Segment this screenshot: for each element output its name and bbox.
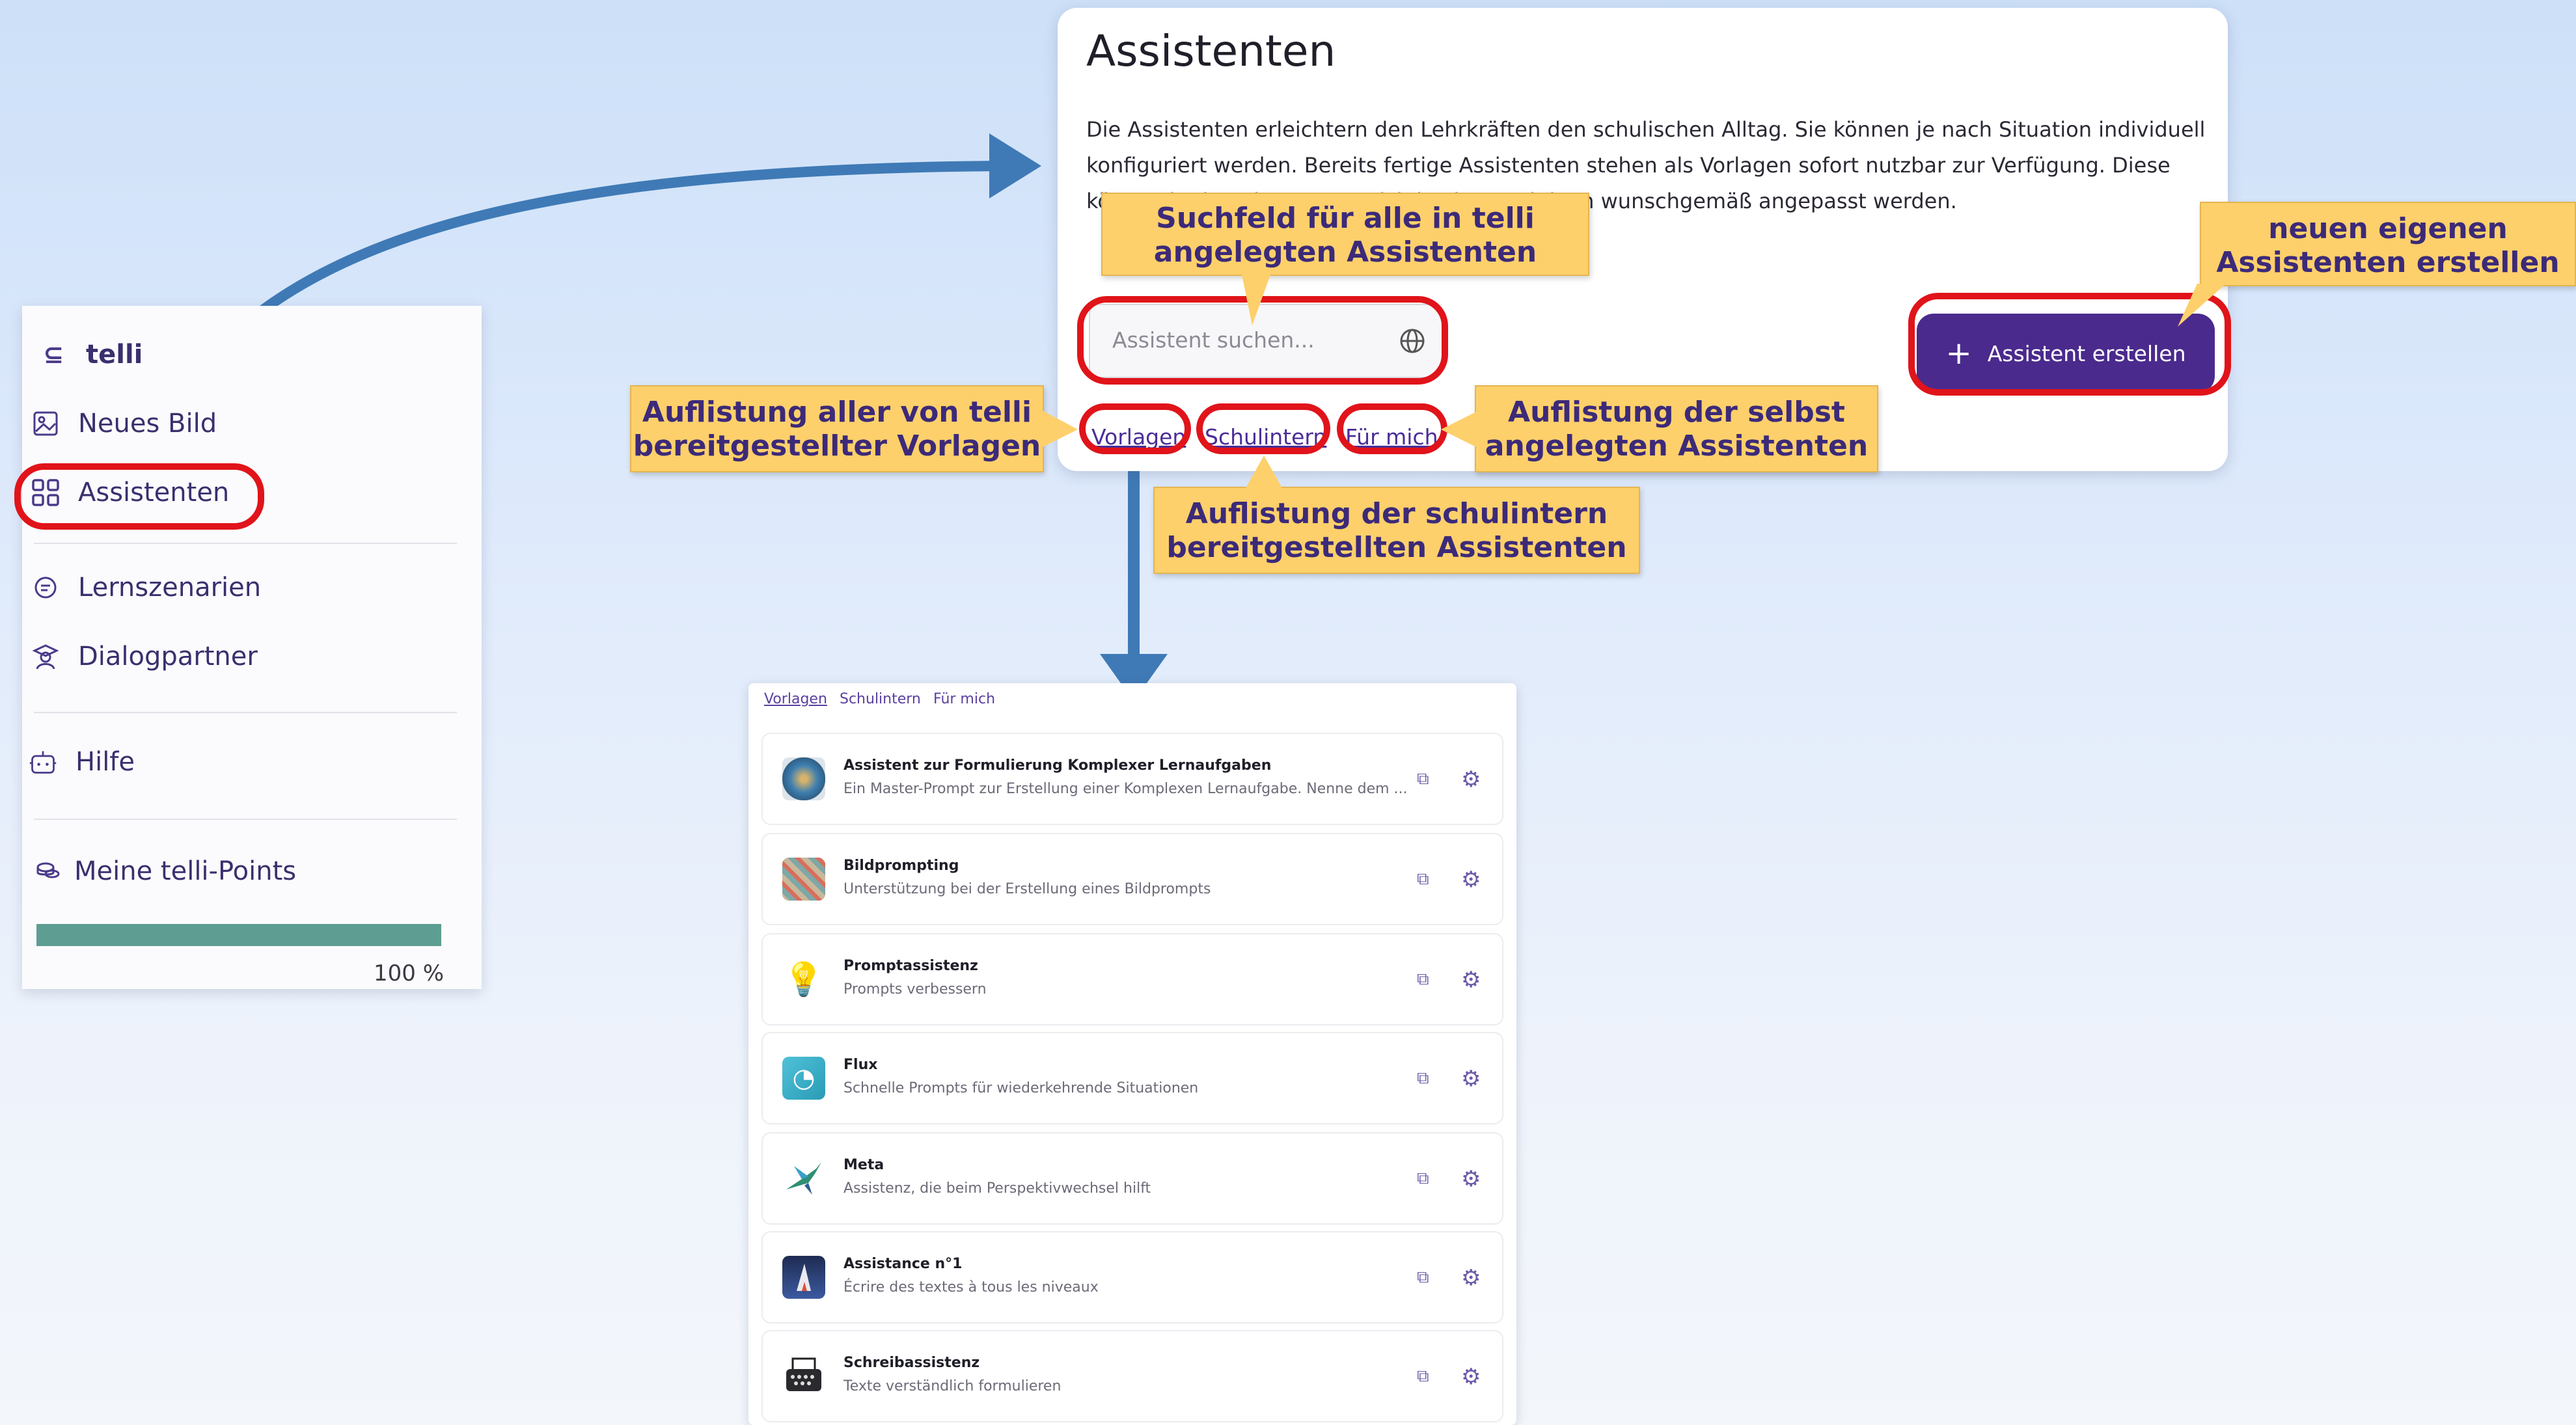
item-name: Promptassistenz [843,958,978,974]
sidebar-item-label: Dialogpartner [78,642,258,672]
list-item[interactable]: Bildprompting Unterstützung bei der Erst… [761,833,1503,925]
chat-icon [31,573,60,602]
brand-logo[interactable]: ⊆ telli [39,340,143,370]
list-item[interactable]: Assistance n°1 Écrire des textes à tous … [761,1231,1503,1323]
divider [34,712,457,713]
item-name: Schreibassistenz [843,1355,980,1371]
item-description: Assistenz, die beim Perspektivwechsel hi… [843,1180,1151,1197]
list-item[interactable]: Meta Assistenz, die beim Perspektivwechs… [761,1132,1503,1225]
copy-icon[interactable]: ⧉ [1417,1068,1429,1089]
sidebar-item-neues-bild[interactable]: Neues Bild [31,409,217,439]
gear-icon[interactable]: ⚙ [1461,867,1481,893]
assistant-list-panel: Vorlagen Schulintern Für mich Assistent … [748,683,1516,1425]
brand-label: telli [86,340,143,370]
gear-icon[interactable]: ⚙ [1461,967,1481,993]
divider [34,543,457,544]
hummingbird-icon [782,1157,825,1200]
item-description: Écrire des textes à tous les niveaux [843,1279,1099,1296]
callout-pointer [1246,455,1282,488]
telli-logo-icon: ⊆ [43,340,64,369]
highlight-tab-fuer-mich [1337,403,1447,454]
points-progress-bar [36,924,441,946]
globe-thumb-icon [782,757,825,800]
callout-schulintern: Auflistung der schulintern bereitgestell… [1153,487,1640,574]
lightbulb-icon: 💡 [782,958,825,1001]
callout-vorlagen: Auflistung aller von telli bereitgestell… [630,385,1044,472]
image-icon [31,409,60,438]
list-tab-vorlagen[interactable]: Vorlagen [764,691,827,707]
item-name: Bildprompting [843,858,959,874]
item-description: Prompts verbessern [843,981,987,998]
teacher-icon [31,642,60,671]
stopwatch-icon: ◔ [782,1057,825,1100]
highlight-assistenten [14,463,264,530]
sidebar-item-label: Meine telli-Points [74,856,297,886]
gear-icon[interactable]: ⚙ [1461,1166,1481,1192]
gear-icon[interactable]: ⚙ [1461,1066,1481,1092]
item-description: Schnelle Prompts für wiederkehrende Situ… [843,1080,1199,1096]
copy-icon[interactable]: ⧉ [1417,1169,1429,1189]
sidebar-item-label: Neues Bild [78,409,217,439]
gear-icon[interactable]: ⚙ [1461,767,1481,793]
highlight-tab-vorlagen [1079,403,1191,454]
divider [34,819,457,820]
list-item[interactable]: 💡 Promptassistenz Prompts verbessern ⧉ ⚙ [761,933,1503,1025]
sidebar: ⊆ telli Neues Bild Assistenten Lernszena… [22,306,482,989]
sidebar-item-label: Hilfe [75,747,135,777]
sidebar-item-hilfe[interactable]: Hilfe [29,747,135,777]
copy-icon[interactable]: ⧉ [1417,869,1429,889]
item-description: Unterstützung bei der Erstellung eines B… [843,881,1211,897]
callout-fuer-mich: Auflistung der selbst angelegten Assiste… [1475,385,1878,472]
robot-icon [29,748,57,776]
sidebar-item-telli-points[interactable]: Meine telli-Points [34,856,296,886]
arrowhead-right [989,133,1041,198]
item-description: Ein Master-Prompt zur Erstellung einer K… [843,781,1408,797]
item-name: Assistent zur Formulierung Komplexer Ler… [843,757,1272,774]
copy-icon[interactable]: ⧉ [1417,1268,1429,1288]
callout-pointer [1041,410,1078,448]
highlight-tab-schulintern [1196,403,1330,454]
rocket-icon [782,1256,825,1299]
mosaic-thumb-icon [782,858,825,901]
list-item[interactable]: Schreibassistenz Texte verständlich form… [761,1330,1503,1422]
callout-pointer [1441,411,1477,448]
list-tab-fuer-mich[interactable]: Für mich [933,691,995,707]
callout-pointer [1242,275,1270,325]
copy-icon[interactable]: ⧉ [1417,970,1429,990]
callout-create: neuen eigenen Assistenten erstellen [2200,202,2576,286]
sidebar-item-lernszenarien[interactable]: Lernszenarien [31,573,261,603]
item-name: Meta [843,1157,884,1173]
sidebar-item-label: Lernszenarien [78,573,262,603]
sidebar-item-dialogpartner[interactable]: Dialogpartner [31,642,258,672]
callout-search: Suchfeld für alle in telli angelegten As… [1101,193,1589,276]
list-item[interactable]: ◔ Flux Schnelle Prompts für wiederkehren… [761,1032,1503,1124]
points-percent: 100 % [374,960,445,986]
page-title: Assistenten [1086,26,1336,76]
list-tab-schulintern[interactable]: Schulintern [840,691,921,707]
gear-icon[interactable]: ⚙ [1461,1265,1481,1291]
copy-icon[interactable]: ⧉ [1417,769,1429,789]
copy-icon[interactable]: ⧉ [1417,1366,1429,1387]
coins-icon [34,857,62,886]
list-item[interactable]: Assistent zur Formulierung Komplexer Ler… [761,733,1503,825]
item-name: Flux [843,1057,878,1073]
typewriter-icon [782,1355,825,1398]
item-name: Assistance n°1 [843,1256,963,1272]
item-description: Texte verständlich formulieren [843,1378,1062,1394]
gear-icon[interactable]: ⚙ [1461,1364,1481,1390]
callout-pointer [2178,284,2226,327]
